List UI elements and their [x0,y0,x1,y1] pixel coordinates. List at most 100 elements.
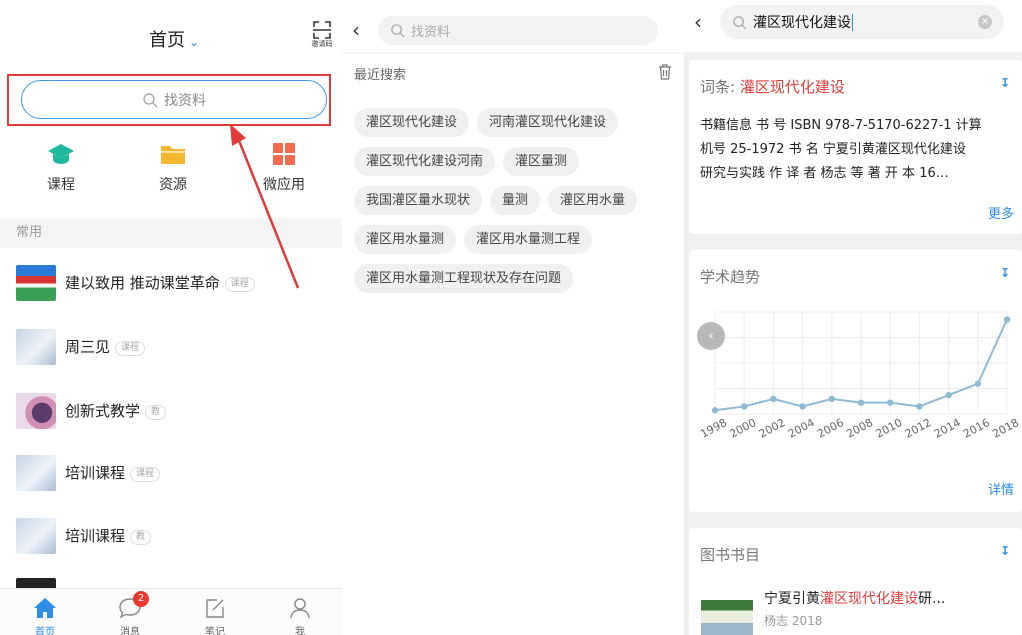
tab-label: 首页 [35,627,55,635]
trend-point [828,395,835,403]
chart-grid [714,311,1008,415]
pin-top-icon[interactable]: ↧ [1000,266,1010,280]
course-thumbnail-partial [16,578,56,588]
course-tag: 教 [130,530,152,545]
term-prefix: 词条: [700,78,740,96]
course-thumbnail [16,329,56,365]
history-chip[interactable]: 灌区量测 [503,147,580,176]
x-tick-label: 2016 [961,416,992,441]
recent-search-label: 最近搜索 [354,68,407,83]
book-card: 图书书目 ↧ 宁夏引黄灌区现代化建设研... 杨志 2018 [689,528,1022,635]
course-name: 培训课程 [65,527,126,545]
term-card: 词条: 灌区现代化建设 ↧ 书籍信息 书 号 ISBN 978-7-5170-6… [689,60,1022,234]
x-tick-label: 2010 [874,416,905,441]
x-tick-label: 2006 [815,416,846,441]
trend-chart: 1998200020022004200620082010201220142016… [698,311,1021,441]
x-tick-label: 2000 [728,416,759,441]
chat-bubble-icon: 2 [105,591,155,621]
term-info-line: 研究与实践 作 译 者 杨志 等 著 开 本 16… [700,166,949,181]
pin-top-icon[interactable]: ↧ [1000,76,1010,90]
course-name: 培训课程 [65,464,126,482]
search-placeholder: 找资料 [411,25,451,40]
trend-point [711,407,719,414]
history-chip[interactable]: 灌区用水量测 [354,225,457,254]
trend-point [974,380,981,387]
search-history-list: 灌区现代化建设 河南灌区现代化建设 灌区现代化建设河南 灌区量测 我国灌区量水现状量… [354,108,676,303]
term-info-line: 书籍信息 书 号 ISBN 978-7-5170-6227-1 计算 [700,118,982,133]
course-tag: 教 [145,405,167,420]
tab-label: 我 [295,627,305,635]
tab-me[interactable]: 我 [275,595,325,635]
back-arrow-icon[interactable]: ‹ [352,18,360,42]
trend-x-ticks: 1998200020022004200620082010201220142016… [698,416,1021,441]
trend-card: 学术趋势 ↧ 1998 2000 2002 2004 2006 2008 2010 2012 2… [689,250,1022,512]
chevron-left-icon[interactable]: ‹ [697,322,725,350]
tab-label: 笔记 [205,627,225,635]
course-name: 周三见 [65,338,111,356]
course-thumbnail [16,518,56,554]
history-chip[interactable]: 量测 [490,186,541,215]
search-value: 灌区现代化建设 [753,15,851,31]
unread-badge: 2 [133,591,149,607]
search-history-panel: ‹ 找资料 最近搜索 灌区现代化建设 河南灌区现代化建设 灌区现代化建设河南 灌区量… [342,0,684,635]
history-chip[interactable]: 我国灌区量水现状 [354,186,483,215]
x-tick-label: 1998 [698,416,729,441]
results-header: ‹ 灌区现代化建设 × [684,0,1022,52]
trend-point [741,403,748,410]
trend-point [916,403,923,410]
x-tick-label: 2008 [844,416,875,441]
search-results-panel: ‹ 灌区现代化建设 × 词条: 灌区现代化建设 ↧ 书籍信息 书 号 ISBN … [684,0,1022,635]
course-item[interactable]: 周三见 课程 [0,316,342,378]
x-tick-label: 2012 [903,416,934,441]
course-thumbnail [16,393,56,429]
x-tick-label: 2014 [932,416,963,441]
tab-label: 消息 [120,627,140,635]
search-input[interactable]: 灌区现代化建设 × [720,5,1004,39]
trend-point [945,391,952,399]
course-name: 创新式教学 [65,402,141,420]
term-keyword: 灌区现代化建设 [739,78,845,96]
trend-point [770,395,777,403]
course-item[interactable]: 创新式教学教 [0,380,342,442]
tab-notes[interactable]: 笔记 [190,595,240,635]
search-icon [391,24,405,38]
bottom-tab-bar: 首页 2 消息 笔记 我 [0,588,342,635]
book-meta: 杨志 2018 [764,614,823,628]
annotation-arrow [230,124,300,289]
book-title[interactable]: 宁夏引黄灌区现代化建设研... [764,588,945,608]
trend-point [1003,316,1011,323]
divider [342,52,684,53]
history-chip[interactable]: 河南灌区现代化建设 [477,108,619,137]
x-tick-label: 2004 [786,416,817,441]
trash-icon[interactable] [658,64,672,80]
search-input[interactable]: 找资料 [378,16,658,45]
course-thumbnail [16,455,56,491]
book-cover[interactable] [701,600,753,635]
book-card-title: 图书书目 [700,546,761,564]
tab-home[interactable]: 首页 [20,595,70,635]
history-chip[interactable]: 灌区现代化建设 [354,108,470,137]
term-info-line: 机号 25-1972 书 名 宁夏引黄灌区现代化建设 [700,142,966,157]
more-link[interactable]: 更多 [988,203,1014,222]
trend-point [857,399,865,406]
home-icon [20,595,70,621]
detail-link[interactable]: 详情 [988,479,1014,498]
x-tick-label: 2002 [757,416,788,441]
note-edit-icon [190,595,240,621]
history-chip[interactable]: 灌区用水量测工程现状及存在问题 [354,264,574,293]
back-arrow-icon[interactable]: ‹ [694,10,702,34]
history-chip[interactable]: 灌区现代化建设河南 [354,147,496,176]
pin-top-icon[interactable]: ↧ [1000,544,1010,558]
course-tag: 课程 [115,341,146,356]
history-chip[interactable]: 灌区用水量测工程 [464,225,593,254]
book-title-keyword: 灌区现代化建设 [820,591,918,607]
trend-point [887,399,894,406]
clear-icon[interactable]: × [978,15,992,29]
trend-card-title: 学术趋势 [700,268,761,286]
history-chip[interactable]: 灌区用水量 [548,186,638,215]
x-tick-label: 2018 [990,416,1021,441]
tab-messages[interactable]: 2 消息 [105,591,155,635]
book-title-prefix: 宁夏引黄 [764,591,820,607]
course-item[interactable]: 培训课程教 [0,505,342,567]
course-item[interactable]: 培训课程 课程 [0,442,342,504]
